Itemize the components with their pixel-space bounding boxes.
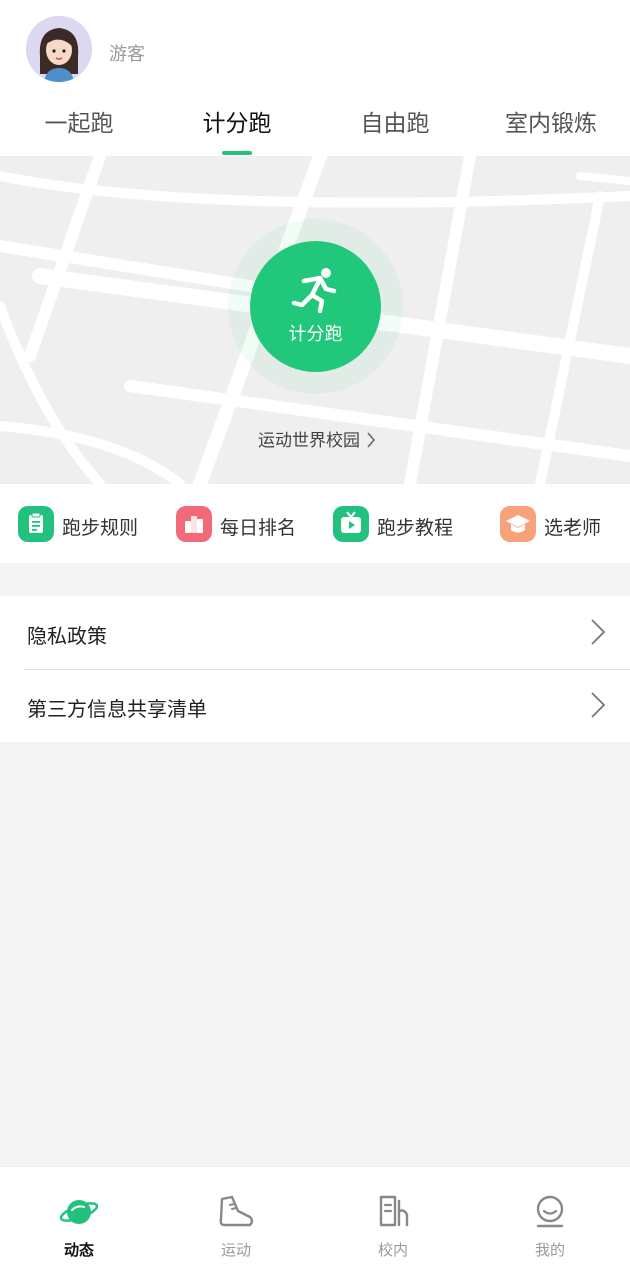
list-item-privacy-policy[interactable]: 隐私政策 [0,596,630,670]
start-button-label: 计分跑 [288,324,343,345]
list-item-third-party-sharing[interactable]: 第三方信息共享清单 [0,669,630,742]
graduation-cap-icon [500,506,536,542]
top-bar: 游客 一起跑 计分跑 自由跑 室内锻炼 [0,0,630,156]
tab-score-run[interactable]: 计分跑 [162,104,312,144]
nav-label: 我的 [534,1241,565,1259]
runner-icon [291,268,337,313]
active-tab-indicator [222,151,252,155]
sneaker-icon [219,1195,254,1227]
bottom-nav: 动态 运动 校内 我的 [0,1166,630,1280]
tab-group-run[interactable]: 一起跑 [4,104,154,144]
user-avatar[interactable] [26,16,92,82]
nav-feed[interactable]: 动态 [19,1193,139,1263]
nav-profile[interactable]: 我的 [490,1193,610,1263]
planet-icon [59,1200,99,1224]
quick-item-label: 每日排名 [220,517,297,539]
nav-label: 校内 [377,1241,408,1259]
nav-campus[interactable]: 校内 [333,1193,453,1263]
nav-label: 动态 [63,1241,94,1259]
chevron-right-icon [591,619,606,645]
chevron-right-icon [591,692,606,718]
tab-free-run[interactable]: 自由跑 [320,104,470,144]
campus-link-label: 运动世界校园 [258,431,360,451]
nav-sports[interactable]: 运动 [176,1193,296,1263]
campus-icon [379,1195,409,1227]
list-item-label: 第三方信息共享清单 [27,697,207,721]
nav-label: 运动 [220,1241,251,1259]
settings-list: 隐私政策 第三方信息共享清单 [0,596,630,742]
tab-indoor-exercise[interactable]: 室内锻炼 [476,104,626,144]
quick-item-label: 选老师 [544,517,602,539]
quick-item-label: 跑步规则 [62,517,139,539]
clipboard-icon [18,506,54,542]
profile-icon [536,1195,564,1228]
quick-item-label: 跑步教程 [377,517,454,539]
campus-link[interactable]: 运动世界校园 [258,426,376,451]
avatar-icon [26,16,92,82]
list-item-label: 隐私政策 [27,624,107,648]
username: 游客 [109,44,145,65]
chevron-right-icon [367,432,376,448]
video-icon [333,506,369,542]
ranking-icon [176,506,212,542]
quick-actions: 跑步规则 每日排名 跑步教程 选老师 [0,484,630,563]
start-score-run-button[interactable]: 计分跑 [250,241,381,372]
run-mode-tabs: 一起跑 计分跑 自由跑 室内锻炼 [0,96,630,152]
